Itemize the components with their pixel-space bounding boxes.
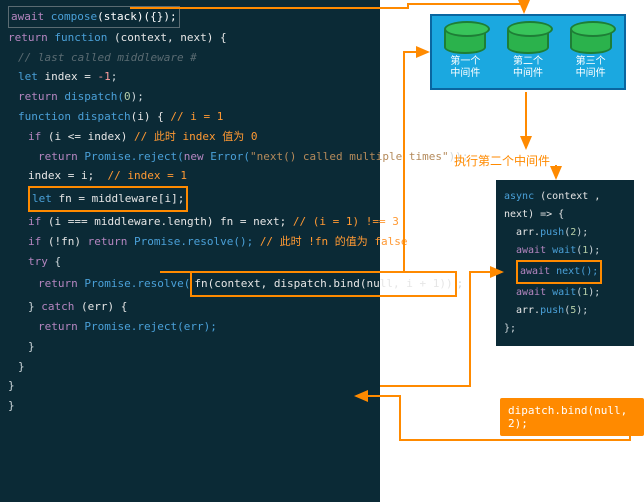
middleware-item-1: 第一个中间件 <box>437 24 493 80</box>
dispatch-bind-badge: dipatch.bind(null, 2); <box>500 398 644 436</box>
cylinder-icon <box>444 24 486 54</box>
code-line-12: if (!fn) return Promise.resolve(); // 此时… <box>8 232 372 252</box>
code-line-5: return dispatch(0); <box>8 87 372 107</box>
code-line-4: let index = -1; <box>8 67 372 87</box>
code-line-17: } <box>8 337 372 357</box>
code-line-9: index = i; // index = 1 <box>8 166 372 186</box>
async-l1: arr.push(2); <box>504 224 628 242</box>
highlight-await-next: await next(); <box>516 260 602 284</box>
code-line-14: return Promise.resolve(fn(context, dispa… <box>8 271 372 297</box>
async-l2: await wait(1); <box>504 242 628 260</box>
highlight-let-fn: let fn = middleware[i]; <box>28 186 188 212</box>
async-end: }; <box>504 320 628 338</box>
async-l4: await wait(1); <box>504 284 628 302</box>
code-line-16: return Promise.reject(err); <box>8 317 372 337</box>
async-code-panel: async (context , next) => { arr.push(2);… <box>496 180 634 346</box>
middleware-stack: 第一个中间件 第二个中间件 第三个中间件 <box>430 14 626 90</box>
code-line-7: if (i <= index) // 此时 index 值为 0 <box>8 127 372 147</box>
code-line-19: } <box>8 376 372 396</box>
code-line-8: return Promise.reject(new Error("next() … <box>8 147 372 167</box>
middleware-item-2: 第二个中间件 <box>500 24 556 80</box>
code-line-10: let fn = middleware[i]; <box>8 186 372 212</box>
code-line-20: } <box>8 396 372 416</box>
code-line-1: await compose(stack)({}); <box>8 6 372 28</box>
code-line-15: } catch (err) { <box>8 297 372 317</box>
cylinder-icon <box>507 24 549 54</box>
code-line-2: return function (context, next) { <box>8 28 372 48</box>
highlight-fn-call: fn(context, dispatch.bind(null, i + 1)) <box>190 271 456 297</box>
async-l5: arr.push(5); <box>504 302 628 320</box>
main-code-panel: await compose(stack)({}); return functio… <box>0 0 380 502</box>
code-line-13: try { <box>8 252 372 272</box>
cylinder-icon <box>570 24 612 54</box>
exec-second-middleware-label: 执行第二个中间件 <box>454 152 550 169</box>
async-sig: async (context , next) => { <box>504 188 628 224</box>
code-line-6: function dispatch(i) { // i = 1 <box>8 107 372 127</box>
code-line-18: } <box>8 357 372 377</box>
code-line-3: // last called middleware # <box>8 48 372 68</box>
async-l3: await next(); <box>504 260 628 284</box>
code-line-11: if (i === middleware.length) fn = next; … <box>8 212 372 232</box>
middleware-item-3: 第三个中间件 <box>563 24 619 80</box>
